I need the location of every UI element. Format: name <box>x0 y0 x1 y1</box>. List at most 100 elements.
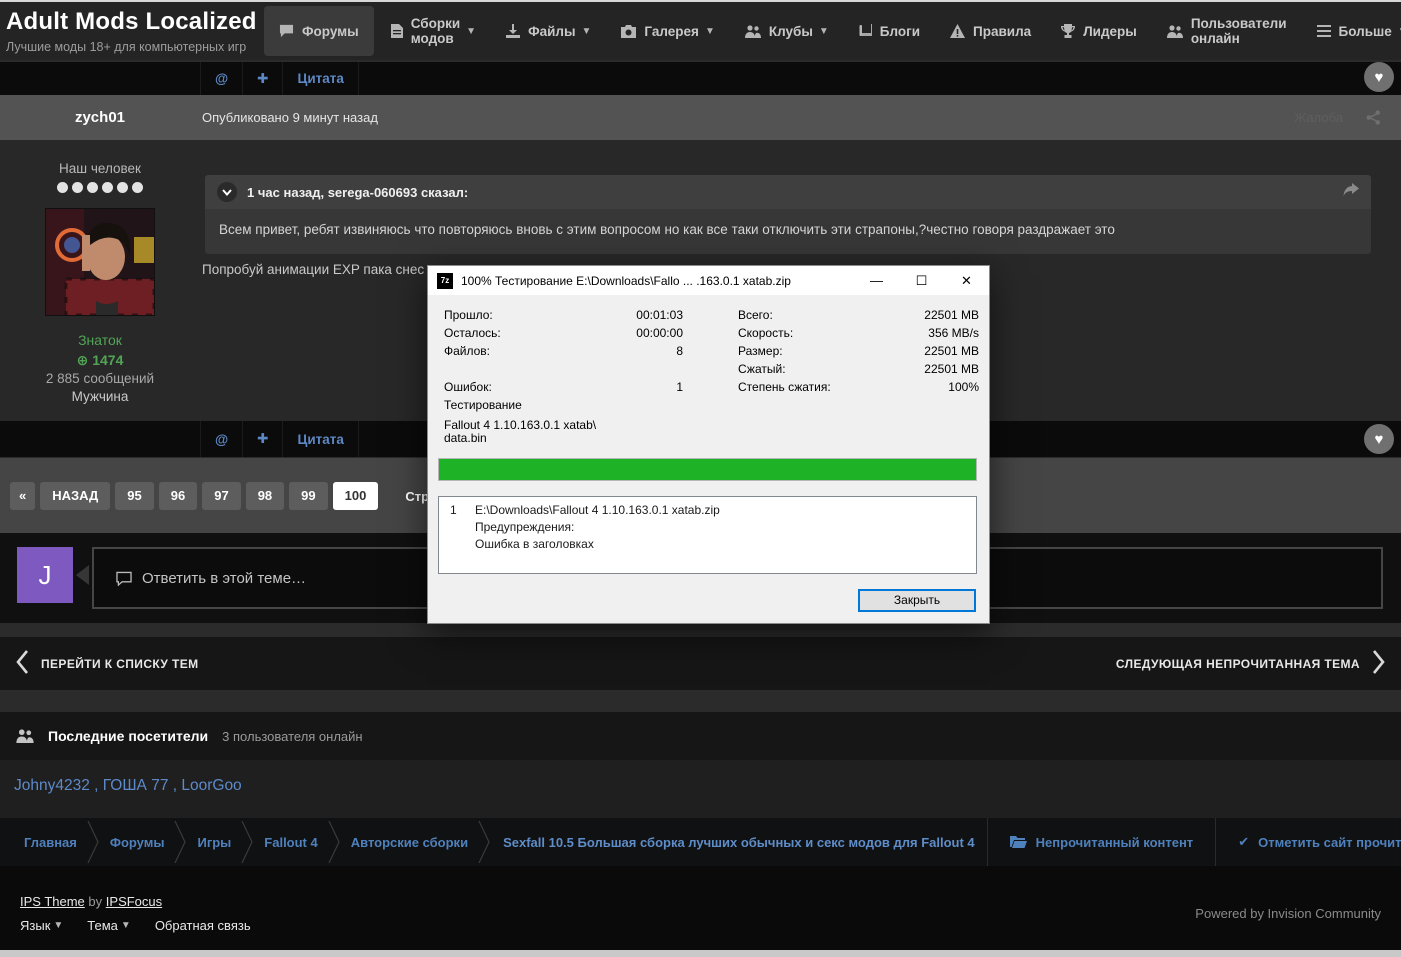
page-button-99[interactable]: 99 <box>289 482 327 510</box>
main-nav: Форумы Сборки модов ▼ Файлы ▼ Галерея ▼ … <box>262 2 1401 60</box>
nav-item-online-users[interactable]: Пользователи онлайн <box>1152 2 1302 60</box>
mark-site-read-link[interactable]: ✔ Отметить сайт прочитанным <box>1215 818 1401 866</box>
7zip-icon: 7z <box>437 273 453 289</box>
language-label: Язык <box>20 918 50 933</box>
feedback-link[interactable]: Обратная связь <box>155 918 251 933</box>
current-user-avatar[interactable]: J <box>17 547 73 603</box>
log-warning-label: Предупреждения: <box>475 519 574 536</box>
quote-button-label: Цитата <box>297 432 343 447</box>
breadcrumb-forums[interactable]: Форумы <box>100 835 175 850</box>
unread-content-link[interactable]: Непрочитанный контент <box>987 818 1216 866</box>
nav-item-rules[interactable]: Правила <box>935 2 1046 60</box>
breadcrumb-current-topic[interactable]: Sexfall 10.5 Большая сборка лучших обычн… <box>491 835 987 850</box>
quote-button[interactable]: Цитата <box>282 62 358 95</box>
reply-arrow-icon[interactable] <box>1343 183 1359 201</box>
7zip-test-dialog: 7z 100% Тестирование E:\Downloads\Fallo … <box>427 265 990 624</box>
plus-icon: ✚ <box>257 71 268 87</box>
report-link[interactable]: Жалоба <box>1294 95 1343 140</box>
maximize-button[interactable]: ☐ <box>899 266 944 295</box>
nav-item-mod-packs[interactable]: Сборки модов ▼ <box>376 2 491 60</box>
progress-bar <box>438 458 977 481</box>
nav-item-clubs[interactable]: Клубы ▼ <box>730 2 844 60</box>
breadcrumb-fallout4[interactable]: Fallout 4 <box>254 835 327 850</box>
page-button-98[interactable]: 98 <box>246 482 284 510</box>
close-icon: ✕ <box>961 273 972 289</box>
visitor-link[interactable]: Johny4232 <box>14 777 90 794</box>
next-unread-topic[interactable]: СЛЕДУЮЩАЯ НЕПРОЧИТАННАЯ ТЕМА <box>1116 637 1385 690</box>
multiquote-button[interactable]: ✚ <box>242 62 282 95</box>
breadcrumb-games[interactable]: Игры <box>187 835 241 850</box>
stat-value: 22501 MB <box>828 360 979 378</box>
page-button-97[interactable]: 97 <box>202 482 240 510</box>
like-button[interactable]: ♥ <box>1364 62 1394 92</box>
breadcrumb-home[interactable]: Главная <box>14 835 87 850</box>
nav-label: Файлы <box>528 24 575 39</box>
online-count: 3 пользователя онлайн <box>222 729 362 744</box>
reply-placeholder: Ответить в этой теме… <box>142 570 306 587</box>
site-title[interactable]: Adult Mods Localized <box>6 8 257 36</box>
dialog-close-button[interactable]: Закрыть <box>858 589 976 612</box>
page-button-95[interactable]: 95 <box>115 482 153 510</box>
avatar[interactable] <box>45 208 155 316</box>
mention-button[interactable]: @ <box>200 62 242 95</box>
post-author-name[interactable]: zych01 <box>0 95 200 140</box>
nav-item-leaders[interactable]: Лидеры <box>1046 2 1152 60</box>
post-actions-top: @ ✚ Цитата ♥ <box>0 62 1401 95</box>
breadcrumb-author-packs[interactable]: Авторские сборки <box>341 835 478 850</box>
visitor-link[interactable]: ГОША 77 <box>103 777 169 794</box>
recent-visitors-title: Последние посетители <box>48 728 208 744</box>
like-button[interactable]: ♥ <box>1364 424 1394 454</box>
dialog-titlebar[interactable]: 7z 100% Тестирование E:\Downloads\Fallo … <box>428 266 989 295</box>
camera-icon <box>621 25 636 38</box>
nav-item-blogs[interactable]: Блоги <box>844 2 935 60</box>
nav-label: Блоги <box>880 24 920 39</box>
nav-item-forums[interactable]: Форумы <box>264 6 374 56</box>
prev-page-button[interactable]: НАЗАД <box>40 482 110 510</box>
nav-item-gallery[interactable]: Галерея ▼ <box>606 2 729 60</box>
breadcrumb: Главная Форумы Игры Fallout 4 Авторские … <box>0 818 1401 866</box>
dialog-title: 100% Тестирование E:\Downloads\Fallo ...… <box>461 274 791 288</box>
current-file-line2: data.bin <box>444 431 487 445</box>
recent-visitors-header: Последние посетители 3 пользователя онла… <box>0 712 1401 760</box>
quote-attribution[interactable]: 1 час назад, serega-060693 сказал: <box>247 185 468 200</box>
visitor-separator: , <box>90 777 103 794</box>
close-button[interactable]: ✕ <box>944 266 989 295</box>
ipsfocus-link[interactable]: IPSFocus <box>106 894 162 909</box>
chevron-down-icon: ▼ <box>819 26 829 37</box>
back-to-topic-list[interactable]: ПЕРЕЙТИ К СПИСКУ ТЕМ <box>16 637 199 690</box>
author-reputation: ⊕ 1474 <box>0 352 200 369</box>
quote-collapse-icon[interactable] <box>217 182 237 202</box>
first-page-button[interactable]: « <box>10 482 35 510</box>
ips-theme-link[interactable]: IPS Theme <box>20 894 85 909</box>
mention-button[interactable]: @ <box>200 421 242 457</box>
reputation-value: 1474 <box>92 352 123 368</box>
nav-item-more[interactable]: Больше ▼ <box>1302 2 1401 60</box>
breadcrumb-separator-icon <box>241 820 254 864</box>
maximize-icon: ☐ <box>916 273 928 289</box>
minimize-icon: — <box>870 273 883 288</box>
stat-label: Ошибок: <box>444 378 554 396</box>
minimize-button[interactable]: — <box>854 266 899 295</box>
menu-bars-icon <box>1317 25 1331 37</box>
diagnostic-log[interactable]: 1 E:\Downloads\Fallout 4 1.10.163.0.1 xa… <box>438 496 977 574</box>
powered-by[interactable]: Powered by Invision Community <box>1195 906 1381 921</box>
comment-icon <box>279 24 294 38</box>
nav-item-files[interactable]: Файлы ▼ <box>491 2 606 60</box>
share-icon[interactable] <box>1366 110 1381 130</box>
multiquote-button[interactable]: ✚ <box>242 421 282 457</box>
quote-button[interactable]: Цитата <box>282 421 358 457</box>
site-subtitle: Лучшие моды 18+ для компьютерных игр <box>6 40 246 54</box>
stat-value <box>548 360 683 378</box>
visitor-link[interactable]: LoorGoo <box>181 777 241 794</box>
back-to-list-label: ПЕРЕЙТИ К СПИСКУ ТЕМ <box>41 657 199 671</box>
quote-header: 1 час назад, serega-060693 сказал: <box>205 175 1371 209</box>
nav-label: Сборки модов <box>411 16 460 46</box>
recent-visitors-body: Johny4232 , ГОША 77 , LoorGoo <box>0 760 1401 818</box>
reputation-pip <box>132 182 143 193</box>
theme-menu[interactable]: Тема▼ <box>87 918 131 933</box>
page-button-96[interactable]: 96 <box>159 482 197 510</box>
page-button-100-current[interactable]: 100 <box>333 482 379 510</box>
language-menu[interactable]: Язык▼ <box>20 918 63 933</box>
reputation-pip <box>87 182 98 193</box>
chevron-right-icon <box>1372 649 1385 678</box>
